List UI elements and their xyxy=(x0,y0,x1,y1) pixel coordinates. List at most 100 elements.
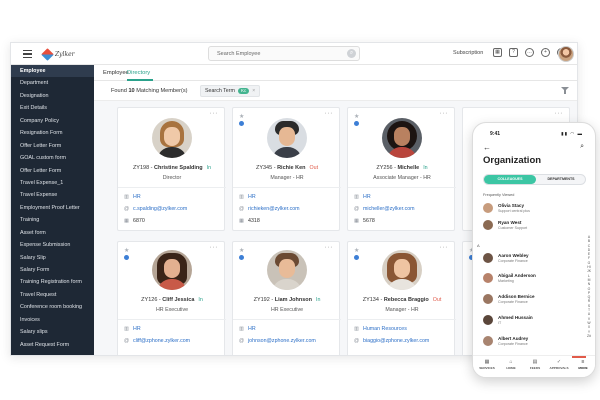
filter-icon[interactable] xyxy=(561,87,569,94)
home-icon: ⌂ xyxy=(509,359,513,365)
email-row: @ johnson@zphone.zylker.com xyxy=(239,337,316,344)
avatar xyxy=(483,253,493,263)
employee-card[interactable]: ★ ··· ZY126 - Cliff Jessica In HR Executi… xyxy=(117,241,226,355)
email-row: @ c.spalding@zylker.com xyxy=(124,205,188,212)
filter-bar: Found 10 Matching Member(s) Search Term … xyxy=(94,81,577,101)
more-options-icon[interactable]: ··· xyxy=(440,244,449,251)
sidebar-item-employee[interactable]: Employee xyxy=(11,65,94,78)
avatar xyxy=(483,315,493,325)
sidebar-item-invoices[interactable]: Invoices xyxy=(11,314,94,326)
app-logo[interactable]: Zylker xyxy=(41,47,75,61)
sidebar-item-goal-custom-form[interactable]: GOAL custom form xyxy=(11,152,94,164)
add-icon[interactable]: + xyxy=(541,48,550,57)
card-divider xyxy=(348,187,456,188)
department-row: ▥ HR xyxy=(124,325,141,332)
sidebar-item-travel-expense[interactable]: Travel Expense xyxy=(11,189,94,201)
search-icon[interactable]: ⌕ xyxy=(580,143,584,151)
calendar-icon[interactable]: ▦ xyxy=(493,48,502,57)
sidebar-item-training-registration-form[interactable]: Training Registration form xyxy=(11,276,94,288)
employee-photo xyxy=(382,250,422,290)
sidebar-item-offer-letter-form-2[interactable]: Offer Letter Form xyxy=(11,165,94,177)
sidebar-item-training[interactable]: Training xyxy=(11,214,94,226)
sidebar-item-travel-expense-1[interactable]: Travel Expense_1 xyxy=(11,177,94,189)
subscription-link[interactable]: Subscription xyxy=(453,50,483,56)
contact-row[interactable]: Ryan West Customer Support xyxy=(483,219,583,233)
feeds-icon: ▤ xyxy=(532,359,538,365)
tab-directory[interactable]: Directory xyxy=(127,70,150,76)
more-options-icon[interactable]: ··· xyxy=(555,110,564,117)
star-icon[interactable]: ★ xyxy=(354,247,359,254)
employee-card[interactable]: ··· ZY198 - Christine Spalding In Directo… xyxy=(117,107,226,231)
contact-row[interactable]: Abigail Anderson Marketing xyxy=(483,272,583,286)
sidebar-item-conference-room-booking[interactable]: Conference room booking xyxy=(11,301,94,313)
sidebar-item-department[interactable]: Department xyxy=(11,77,94,89)
nav-feeds[interactable]: ▤ FEEDS xyxy=(525,359,545,370)
employee-card[interactable]: ★ ··· ZY192 - Liam Johnson In HR Executiv… xyxy=(232,241,341,355)
star-icon[interactable]: ★ xyxy=(239,247,244,254)
contact-row[interactable]: Albert Audrey Corporate Finance xyxy=(483,335,583,349)
more-options-icon[interactable]: ··· xyxy=(440,110,449,117)
employee-photo xyxy=(267,118,307,158)
contact-row[interactable]: Olivia Stacy Support central plus xyxy=(483,202,583,216)
nav-services[interactable]: ▦ SERVICES xyxy=(477,359,497,370)
tab-employee[interactable]: Employee xyxy=(103,70,129,76)
sidebar-item-offer-letter-form[interactable]: Offer Letter Form xyxy=(11,140,94,152)
star-icon[interactable]: ★ xyxy=(124,247,129,254)
chat-icon[interactable]: … xyxy=(525,48,534,57)
employee-card[interactable]: ★ ··· ZY256 - Michelle In Associate Manag… xyxy=(347,107,456,231)
more-options-icon[interactable]: ··· xyxy=(210,110,219,117)
sidebar-item-travel-request[interactable]: Travel Request xyxy=(11,289,94,301)
employee-name-line: ZY126 - Cliff Jessica In xyxy=(141,297,203,303)
sidebar-item-asset-form[interactable]: Asset form xyxy=(11,227,94,239)
back-arrow-icon[interactable]: ← xyxy=(483,143,491,152)
email-row: @ biaggio@zphone.zylker.com xyxy=(354,337,430,344)
department-row: ▥ Human Resources xyxy=(354,325,407,332)
sidebar-item-employment-proof-letter[interactable]: Employment Proof Letter xyxy=(11,202,94,214)
nav-home[interactable]: ⌂ HOME xyxy=(501,359,521,370)
search-icon[interactable]: ⌕ xyxy=(347,49,356,58)
help-icon[interactable]: ? xyxy=(509,48,518,57)
chip-close-icon[interactable]: × xyxy=(252,88,255,94)
more-options-icon[interactable]: ··· xyxy=(210,244,219,251)
menu-icon[interactable] xyxy=(23,50,32,58)
sidebar-item-salary-form[interactable]: Salary Form xyxy=(11,264,94,276)
employee-role: Associate Manager - HR xyxy=(373,175,431,181)
sidebar-item-exit-details[interactable]: Exit Details xyxy=(11,102,94,114)
user-avatar[interactable] xyxy=(558,46,574,62)
nav-more[interactable]: ≡ MORE xyxy=(573,359,593,370)
search-input[interactable]: Search Employee ⌕ xyxy=(208,46,360,61)
employee-card[interactable]: ★ ··· ZY345 - Richie Ken Out Manager - HR… xyxy=(232,107,341,231)
phone-page-title: Organization xyxy=(483,155,542,166)
at-icon: @ xyxy=(239,205,245,212)
employee-photo xyxy=(152,118,192,158)
card-divider xyxy=(118,319,226,320)
contact-row[interactable]: Addison Bernice Corporate Finance xyxy=(483,293,583,307)
segmented-control: COLLEAGUES DEPARTMENTS xyxy=(483,174,586,185)
nav-approvals[interactable]: ✓ APPROVALS xyxy=(549,359,569,370)
employee-name-line: ZY256 - Michelle In xyxy=(376,165,428,171)
contact-row[interactable]: Aaron Webley Corporate Finance xyxy=(483,252,583,266)
segment-colleagues[interactable]: COLLEAGUES xyxy=(484,175,536,184)
sidebar-item-resignation-form[interactable]: Resignation Form xyxy=(11,127,94,139)
sidebar-item-designation[interactable]: Designation xyxy=(11,90,94,102)
star-icon[interactable]: ★ xyxy=(354,113,359,120)
logo-mark-icon xyxy=(41,47,54,61)
employee-role: HR Executive xyxy=(155,307,189,313)
sidebar-item-asset-request-form[interactable]: Asset Request Form xyxy=(11,339,94,351)
sidebar-item-salary-slip[interactable]: Salary Slip xyxy=(11,252,94,264)
at-icon: @ xyxy=(239,337,245,344)
alphabet-index[interactable]: ABCDEFGHIJKLMNOPQRSTUVWXYZ# xyxy=(587,235,591,338)
contact-row[interactable]: Ahmed Hussain IT xyxy=(483,314,583,328)
sidebar-item-expense-submission[interactable]: Expense Submission xyxy=(11,239,94,251)
more-options-icon[interactable]: ··· xyxy=(325,244,334,251)
employee-card[interactable]: ★ ··· ZY134 - Rebecca Braggio Out Manager… xyxy=(347,241,456,355)
search-term-chip[interactable]: Search Term Kc × xyxy=(200,85,261,97)
chip-badge: Kc xyxy=(237,88,250,94)
logo-text: Zylker xyxy=(55,50,75,58)
star-icon[interactable]: ★ xyxy=(239,113,244,120)
sidebar-item-salary-slips[interactable]: Salary slips xyxy=(11,326,94,338)
department-icon: ▥ xyxy=(354,325,359,332)
more-options-icon[interactable]: ··· xyxy=(325,110,334,117)
sidebar-item-company-policy[interactable]: Company Policy xyxy=(11,115,94,127)
segment-departments[interactable]: DEPARTMENTS xyxy=(536,175,586,184)
